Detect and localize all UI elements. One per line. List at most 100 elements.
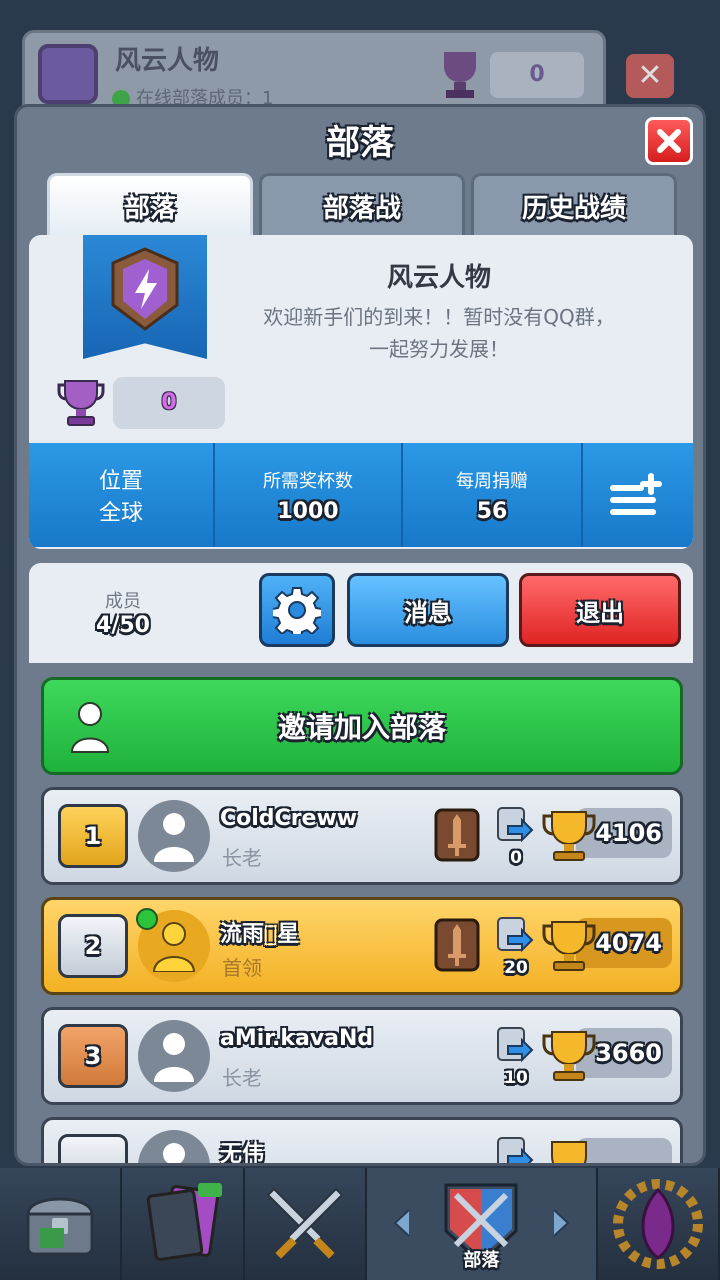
member-row[interactable]: 1 ColdCreww 长老 0 4106	[41, 787, 683, 885]
member-name: ColdCreww	[220, 806, 358, 831]
background-trophy-count: 0	[490, 52, 584, 98]
tab-bar: 部落 部落战 历史战绩	[47, 173, 677, 237]
trophy-icon	[542, 1031, 596, 1081]
nav-battle[interactable]	[245, 1168, 368, 1280]
donate-cards-icon	[497, 1137, 534, 1163]
rank-badge: 1	[58, 804, 128, 868]
sword-icon	[434, 918, 480, 972]
list-plus-icon	[610, 473, 662, 515]
chevron-right-icon	[552, 1209, 570, 1237]
donate-cards-icon	[497, 807, 534, 843]
member-row[interactable]: 无伟	[41, 1117, 683, 1163]
chest-icon	[26, 1197, 94, 1256]
clan-trophy-count: 0	[113, 377, 225, 429]
rank-number: 1	[84, 822, 102, 850]
cards-icon	[146, 1183, 222, 1261]
nav-cards[interactable]	[122, 1168, 245, 1280]
settings-button[interactable]	[259, 573, 335, 647]
clan-info-card: 0 风云人物 欢迎新手们的到来！！暂时没有QQ群， 一起努力发展！ 位置 全球 …	[29, 235, 693, 549]
exit-button-label: 退出	[576, 598, 624, 627]
stat-location-label: 位置	[98, 469, 143, 494]
message-button-label: 消息	[404, 598, 452, 627]
clan-description-line-2: 一起努力发展！	[369, 337, 509, 361]
rank-badge	[58, 1134, 128, 1163]
modal-title: 部落	[326, 123, 394, 163]
message-button[interactable]: 消息	[347, 573, 509, 647]
invite-button[interactable]: 邀请加入部落	[41, 677, 683, 775]
sword-icon	[434, 808, 480, 862]
avatar	[138, 1130, 210, 1163]
clan-description-line-1: 欢迎新手们的到来！！暂时没有QQ群，	[263, 305, 615, 329]
close-button[interactable]	[645, 117, 693, 165]
member-name: 流雨 星	[220, 922, 300, 947]
exit-button[interactable]: 退出	[519, 573, 681, 647]
donation-count: 0	[510, 848, 522, 868]
member-row[interactable]: 3 aMir.kavaNd 长老 10 3660	[41, 1007, 683, 1105]
avatar	[138, 800, 210, 872]
clan-name: 风云人物	[386, 263, 491, 293]
nav-shop[interactable]	[0, 1168, 123, 1280]
invite-button-label: 邀请加入部落	[277, 711, 446, 744]
nav-events[interactable]	[598, 1168, 720, 1280]
clan-badge-icon	[111, 247, 179, 331]
member-role: 首领	[222, 956, 262, 980]
chevron-left-icon	[393, 1209, 410, 1237]
clan-description: 欢迎新手们的到来！！暂时没有QQ群， 一起努力发展！	[239, 301, 639, 365]
donate-cards-icon	[497, 1027, 534, 1063]
members-count: 4/50	[96, 613, 150, 638]
online-status-icon	[136, 908, 158, 930]
tab-clan[interactable]: 部落	[47, 173, 253, 237]
member-role: 长老	[222, 1066, 262, 1090]
gear-icon	[273, 587, 321, 634]
member-row-self[interactable]: 2 流雨 星 首领 20 4074	[41, 897, 683, 995]
tab-clan-war-label: 部落战	[322, 194, 401, 224]
stat-donations-value: 56	[476, 498, 508, 524]
rank-number: 2	[84, 932, 102, 960]
tab-history-label: 历史战绩	[521, 194, 626, 224]
bottom-nav: 部落	[0, 1168, 720, 1280]
background-trophy-icon	[444, 52, 476, 98]
rank-badge: 3	[58, 1024, 128, 1088]
members-label: 成员	[105, 591, 141, 612]
tab-clan-label: 部落	[123, 194, 176, 224]
clan-stats-bar: 位置 全球 所需奖杯数 1000 每周捐赠 56	[29, 443, 693, 547]
nav-clan-label: 部落	[463, 1250, 500, 1271]
laurel-gem-icon	[612, 1179, 703, 1269]
person-icon	[154, 1033, 194, 1082]
trophy-icon	[542, 811, 596, 861]
member-role: 长老	[222, 846, 262, 870]
close-icon	[657, 129, 681, 153]
avatar	[138, 1020, 210, 1092]
donation-count: 20	[504, 958, 528, 978]
person-icon	[154, 813, 194, 862]
donate-cards-icon	[497, 917, 534, 953]
person-icon	[163, 1143, 185, 1163]
member-name: 无伟	[220, 1142, 265, 1163]
background-clan-name: 风云人物	[115, 46, 220, 76]
stat-weekly-donations: 每周捐赠 56	[403, 443, 583, 547]
nav-clan[interactable]: 部落	[367, 1168, 598, 1280]
stat-location: 位置 全球	[29, 443, 215, 547]
member-list[interactable]: 邀请加入部落 1 ColdCreww 长老 0 4106 2 流雨 星 首领	[29, 663, 693, 1163]
more-info-button[interactable]	[583, 443, 693, 547]
rank-badge: 2	[58, 914, 128, 978]
background-clan-badge-icon	[38, 44, 98, 104]
rank-number: 3	[84, 1042, 102, 1070]
background-close-icon: ✕	[626, 54, 674, 98]
member-name: aMir.kavaNd	[220, 1026, 374, 1051]
stat-required-value: 1000	[277, 498, 339, 524]
clan-modal: 部落 部落 部落战 历史战绩 0 风云人物 欢迎新手们的到来！！暂时没有QQ群，…	[14, 104, 706, 1166]
trophy-icon	[542, 921, 596, 971]
clan-trophy-icon	[57, 380, 105, 426]
stat-required-label: 所需奖杯数	[263, 470, 353, 492]
members-bar: 成员 4/50 消息 退出	[29, 563, 693, 663]
person-icon	[70, 702, 110, 753]
stat-location-value: 全球	[98, 501, 143, 526]
stat-donations-label: 每周捐赠	[456, 470, 528, 492]
tab-history[interactable]: 历史战绩	[471, 173, 677, 237]
crossed-swords-icon	[266, 1187, 344, 1259]
tab-clan-war[interactable]: 部落战	[259, 173, 465, 237]
donation-count: 10	[504, 1068, 528, 1088]
trophy-icon	[551, 1141, 587, 1163]
person-icon	[152, 922, 196, 972]
